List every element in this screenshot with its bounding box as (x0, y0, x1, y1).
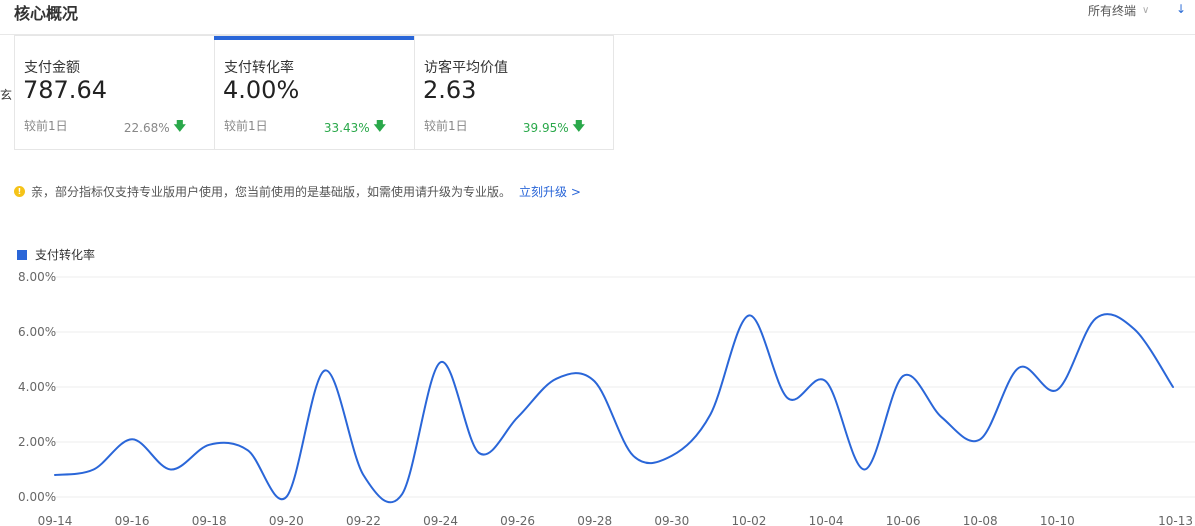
x-tick-label: 10-08 (963, 514, 998, 526)
metric-card-visitor-value[interactable]: 访客平均价值 2.63 较前1日 39.95% 🡇 (414, 35, 614, 150)
terminal-select[interactable]: 所有终端 ∨ (1088, 2, 1149, 19)
x-tick-label: 09-28 (577, 514, 612, 526)
x-tick-label: 09-20 (269, 514, 304, 526)
download-icon[interactable]: ↓ (1176, 2, 1186, 16)
left-edge-text: 玄 (0, 88, 13, 102)
card-compare-label: 较前1日 (424, 119, 468, 133)
page-title: 核心概况 (14, 4, 79, 23)
x-tick-label: 09-30 (654, 514, 689, 526)
card-compare-label: 较前1日 (24, 119, 68, 133)
card-change: 22.68% 🡇 (124, 117, 186, 138)
x-tick-label: 09-16 (115, 514, 150, 526)
card-change-value: 33.43% (323, 120, 370, 135)
y-tick-label: 6.00% (18, 325, 56, 339)
metric-cards: 支付金额 787.64 较前1日 22.68% 🡇 支付转化率 4.00% 较前… (14, 35, 614, 150)
x-tick-label: 10-02 (731, 514, 766, 526)
card-change-value: 22.68% (123, 120, 170, 135)
metric-card-payment-amount[interactable]: 支付金额 787.64 较前1日 22.68% 🡇 (14, 35, 214, 150)
x-tick-label: 09-18 (192, 514, 227, 526)
y-tick-label: 0.00% (18, 490, 56, 504)
card-title: 支付转化率 (224, 60, 294, 76)
arrow-down-icon: 🡇 (373, 119, 386, 133)
x-tick-label: 09-22 (346, 514, 381, 526)
x-tick-label: 09-24 (423, 514, 458, 526)
info-icon: ! (14, 186, 25, 197)
y-tick-label: 4.00% (18, 380, 56, 394)
upgrade-link[interactable]: 立刻升级 > (519, 183, 581, 200)
card-title: 访客平均价值 (424, 60, 508, 76)
card-value: 2.63 (423, 76, 477, 104)
arrow-down-icon: 🡇 (173, 119, 186, 133)
card-change: 39.95% 🡇 (523, 117, 585, 138)
arrow-down-icon: 🡇 (572, 119, 585, 133)
metric-card-conversion-rate[interactable]: 支付转化率 4.00% 较前1日 33.43% 🡇 (214, 35, 415, 150)
y-tick-label: 2.00% (18, 435, 56, 449)
card-value: 787.64 (23, 76, 107, 104)
card-change-value: 39.95% (522, 120, 569, 135)
card-value: 4.00% (223, 76, 300, 104)
card-change: 33.43% 🡇 (324, 117, 386, 138)
notice-text: 亲，部分指标仅支持专业版用户使用，您当前使用的是基础版，如需使用请升级为专业版。 (31, 185, 512, 199)
series-line-conversion-rate (54, 313, 1174, 504)
y-tick-label: 8.00% (18, 270, 56, 284)
card-compare-label: 较前1日 (224, 119, 268, 133)
upgrade-notice: ! 亲，部分指标仅支持专业版用户使用，您当前使用的是基础版，如需使用请升级为专业… (14, 183, 581, 200)
legend-swatch (17, 249, 27, 260)
x-tick-label: 10-06 (886, 514, 921, 526)
chevron-down-icon: ∨ (1142, 5, 1150, 16)
conversion-rate-line-chart: 0.00% 2.00% 4.00% 6.00% 8.00% 09-14 09-16 09-1… (18, 270, 1195, 526)
x-tick-label: 10-13 (1158, 514, 1193, 526)
x-tick-label: 09-26 (500, 514, 535, 526)
x-tick-label: 09-14 (38, 514, 73, 526)
terminal-select-label: 所有终端 (1088, 4, 1137, 18)
x-tick-label: 10-04 (809, 514, 844, 526)
x-tick-label: 10-10 (1040, 514, 1075, 526)
card-title: 支付金额 (24, 60, 80, 76)
header: 核心概况 所有终端 ∨ ↓ (0, 0, 1195, 35)
